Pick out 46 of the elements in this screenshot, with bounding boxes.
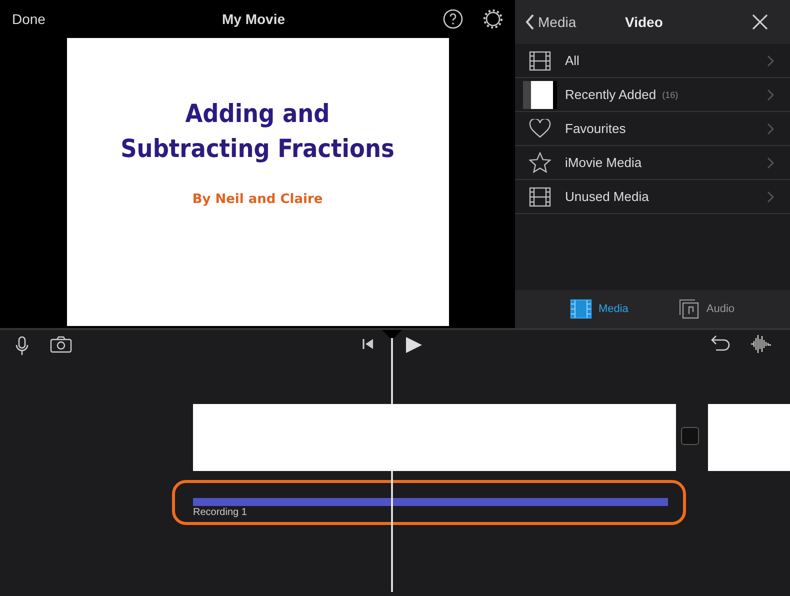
item-label: All xyxy=(565,53,580,68)
settings-icon[interactable] xyxy=(483,9,503,29)
item-label: Recently Added xyxy=(565,87,656,102)
slide-title: Adding and Subtracting Fractions xyxy=(120,98,396,165)
close-icon[interactable] xyxy=(752,14,768,30)
item-label: Favourites xyxy=(565,121,626,136)
chevron-right-icon xyxy=(767,122,774,134)
film-strip-icon xyxy=(529,186,551,206)
panel-title: Video xyxy=(625,14,664,30)
media-list-item[interactable]: Recently Added (16) xyxy=(515,78,790,112)
star-icon xyxy=(529,152,551,174)
done-button[interactable]: Done xyxy=(12,11,222,27)
video-clip-strip[interactable] xyxy=(708,404,790,471)
film-strip-icon xyxy=(570,299,592,319)
media-list-item[interactable]: iMovie Media xyxy=(515,146,790,180)
undo-icon[interactable] xyxy=(711,335,731,353)
film-strip-icon xyxy=(529,50,551,70)
skip-to-start-icon[interactable] xyxy=(362,338,374,350)
chevron-right-icon xyxy=(767,156,774,168)
media-list-item[interactable]: Favourites xyxy=(515,112,790,146)
play-icon[interactable] xyxy=(405,336,423,354)
back-button[interactable]: Media xyxy=(525,14,625,30)
movie-title: My Movie xyxy=(222,11,286,27)
chevron-right-icon xyxy=(767,54,774,66)
chevron-left-icon xyxy=(525,14,535,30)
item-count: (16) xyxy=(662,90,678,100)
media-list-item[interactable]: All xyxy=(515,44,790,78)
media-list-item[interactable]: Unused Media xyxy=(515,180,790,214)
panel-tab[interactable]: Media xyxy=(570,299,628,319)
microphone-icon[interactable] xyxy=(15,336,29,356)
item-label: Unused Media xyxy=(565,189,649,204)
chevron-right-icon xyxy=(767,190,774,202)
audio-waveform-icon[interactable] xyxy=(750,334,772,354)
audio-clip-bar[interactable] xyxy=(193,498,668,506)
chevron-right-icon xyxy=(767,88,774,100)
camera-icon[interactable] xyxy=(50,336,72,353)
slide-byline: By Neil and Claire xyxy=(192,192,323,207)
video-clip-strip[interactable] xyxy=(193,404,676,471)
transition-marker[interactable] xyxy=(681,427,699,445)
help-icon[interactable] xyxy=(443,9,463,29)
panel-tab[interactable]: Audio xyxy=(678,299,735,319)
item-label: iMovie Media xyxy=(565,155,642,170)
heart-icon xyxy=(529,118,551,138)
clip-thumbnail xyxy=(523,80,557,108)
audio-clip-label: Recording 1 xyxy=(193,507,247,518)
playhead[interactable] xyxy=(382,330,402,592)
